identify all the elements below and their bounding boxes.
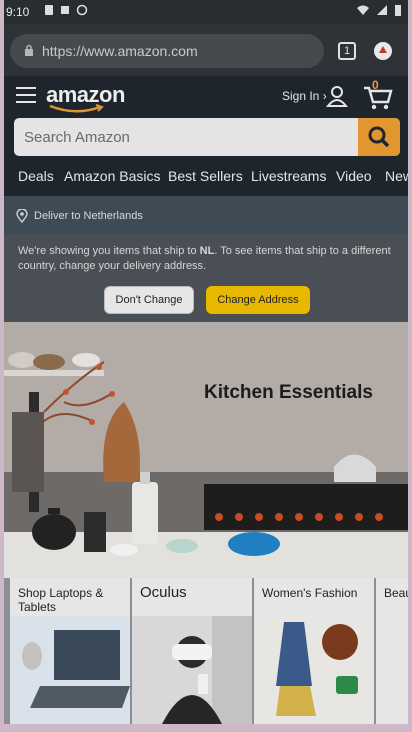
card-title: Oculus xyxy=(140,584,187,601)
wifi-icon xyxy=(357,5,369,15)
nav-item-new[interactable]: New xyxy=(385,168,408,184)
card-oculus[interactable]: Oculus xyxy=(132,578,252,724)
device-frame: 9:10 https://www.amazon.com 1 amazon Sig… xyxy=(0,0,412,732)
category-cards: Shop Laptops & Tablets Oculus Women's Fa… xyxy=(4,578,408,724)
screen: 9:10 https://www.amazon.com 1 amazon Sig… xyxy=(4,0,408,724)
deliver-to-bar[interactable]: Deliver to Netherlands xyxy=(4,196,408,234)
browser-toolbar: https://www.amazon.com 1 xyxy=(4,24,408,76)
nav-item-deals[interactable]: Deals xyxy=(18,168,54,184)
card-womens-fashion[interactable]: Women's Fashion xyxy=(254,578,374,724)
laptop-image xyxy=(10,616,130,724)
status-bar: 9:10 xyxy=(4,0,408,24)
cart-count-badge: 0 xyxy=(372,78,379,92)
sign-in-link[interactable]: Sign In › xyxy=(282,89,327,103)
shipping-notice: We're showing you items that ship to NL.… xyxy=(4,234,408,322)
status-system-icons xyxy=(356,4,402,17)
menu-icon[interactable] xyxy=(16,87,36,103)
search-button[interactable] xyxy=(358,118,400,156)
sim-icon xyxy=(61,6,69,14)
category-nav: Deals Amazon Basics Best Sellers Livestr… xyxy=(4,164,408,188)
search-bar xyxy=(14,118,400,156)
address-url: https://www.amazon.com xyxy=(42,43,198,59)
user-icon[interactable] xyxy=(326,85,348,107)
status-time: 9:10 xyxy=(6,5,30,19)
hero-title: Kitchen Essentials xyxy=(204,382,373,403)
lock-icon xyxy=(25,44,33,56)
card-title: Shop Laptops & Tablets xyxy=(18,586,104,614)
search-icon xyxy=(368,126,390,148)
address-bar[interactable]: https://www.amazon.com xyxy=(10,34,324,68)
oculus-headset-image xyxy=(132,616,252,724)
search-input[interactable] xyxy=(14,118,358,156)
signal-icon xyxy=(377,5,387,15)
card-laptops-tablets[interactable]: Shop Laptops & Tablets xyxy=(10,578,130,724)
battery-icon xyxy=(395,5,401,16)
tab-switcher-button[interactable]: 1 xyxy=(338,42,356,60)
change-address-button[interactable]: Change Address xyxy=(206,286,310,314)
nav-item-best-sellers[interactable]: Best Sellers xyxy=(168,168,243,184)
hero-banner[interactable]: Kitchen Essentials xyxy=(4,322,408,580)
nav-item-video[interactable]: Video xyxy=(336,168,372,184)
location-pin-icon xyxy=(16,209,28,223)
site-header: amazon Sign In › 0 Deals Amazon Basics B… xyxy=(4,76,408,196)
deliver-to-text: Deliver to Netherlands xyxy=(34,210,143,222)
card-beauty-picks[interactable]: Beauty Picks xyxy=(376,578,408,724)
fashion-image xyxy=(254,616,374,724)
nav-item-livestreams[interactable]: Livestreams xyxy=(251,168,326,184)
dont-change-button[interactable]: Don't Change xyxy=(104,286,194,314)
nav-item-amazon-basics[interactable]: Amazon Basics xyxy=(64,168,160,184)
account-icon[interactable] xyxy=(374,42,392,60)
notification-icon xyxy=(45,5,53,15)
sync-icon xyxy=(76,4,88,16)
kitchen-scene-image xyxy=(4,322,408,580)
card-title: Women's Fashion xyxy=(262,586,358,600)
card-title: Beauty Picks xyxy=(384,586,408,600)
shipping-notice-text: We're showing you items that ship to NL.… xyxy=(18,245,391,272)
status-notification-icons xyxy=(44,4,88,16)
logo-smile-icon xyxy=(49,104,104,113)
